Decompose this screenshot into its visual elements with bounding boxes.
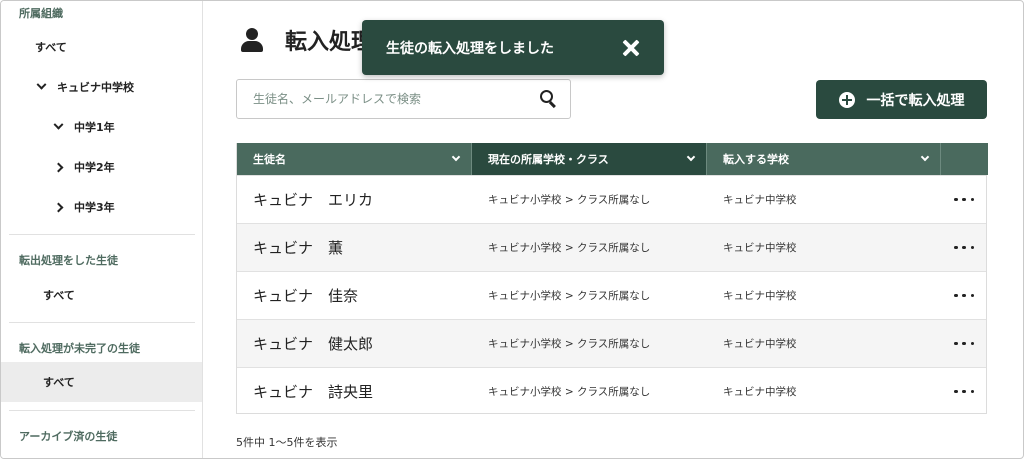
more-options-icon[interactable] <box>954 382 974 402</box>
destination-school: キュビナ中学校 <box>723 290 797 302</box>
more-options-icon[interactable] <box>954 286 974 306</box>
sidebar-item-label: キュビナ中学校 <box>57 81 134 94</box>
sidebar-item-junior-high[interactable]: キュビナ中学校 <box>1 67 202 107</box>
search-box <box>236 79 571 119</box>
chevron-down-icon <box>451 152 461 162</box>
sidebar-section-transferred-out: 転出処理をした生徒 <box>19 254 118 267</box>
student-name: キュビナ エリカ <box>253 191 374 209</box>
column-header-current-school[interactable]: 現在の所属学校・クラス <box>472 143 707 175</box>
sidebar-item-label: すべて <box>35 41 67 54</box>
current-school: キュビナ小学校 > クラス所属なし <box>488 242 651 254</box>
chevron-down-icon <box>920 152 930 162</box>
current-school: キュビナ小学校 > クラス所属なし <box>488 290 651 302</box>
close-icon[interactable] <box>622 39 640 57</box>
search-icon[interactable] <box>540 90 558 109</box>
page-title-text: 転入処理 <box>285 30 374 55</box>
sidebar-item-transferred-out-all[interactable]: すべて <box>1 275 202 315</box>
sidebar-item-label: すべて <box>43 376 75 389</box>
sidebar-item-label: すべて <box>43 289 75 302</box>
toast-message: 生徒の転入処理をしました <box>386 40 554 57</box>
current-school: キュビナ小学校 > クラス所属なし <box>488 386 651 398</box>
chevron-down-icon <box>686 152 696 162</box>
bulk-transfer-label: 一括で転入処理 <box>866 92 965 109</box>
column-header-label: 現在の所属学校・クラス <box>488 153 609 166</box>
sidebar-item-grade-1[interactable]: 中学1年 <box>1 107 202 147</box>
current-school: キュビナ小学校 > クラス所属なし <box>488 194 651 206</box>
table-row[interactable]: キュビナ 詩央里 キュビナ小学校 > クラス所属なし キュビナ中学校 <box>237 367 986 415</box>
table-row[interactable]: キュビナ 健太郎 キュビナ小学校 > クラス所属なし キュビナ中学校 <box>237 319 986 367</box>
column-header-destination-school[interactable]: 転入する学校 <box>707 143 941 175</box>
students-table: 生徒名 現在の所属学校・クラス 転入する学校 キュビナ エリカ キュビナ小学校 … <box>236 143 988 415</box>
current-school: キュビナ小学校 > クラス所属なし <box>488 338 651 350</box>
chevron-right-icon[interactable] <box>52 161 64 174</box>
sidebar-divider <box>9 322 195 323</box>
chevron-down-icon[interactable] <box>52 121 64 134</box>
column-header-label: 生徒名 <box>253 153 286 166</box>
sidebar-section-transfer-pending: 転入処理が未完了の生徒 <box>19 342 140 355</box>
sidebar-divider <box>9 234 195 235</box>
sidebar-item-grade-3[interactable]: 中学3年 <box>1 187 202 227</box>
page-title: 転入処理 <box>241 23 373 57</box>
pagination-summary: 5件中 1〜5件を表示 <box>236 436 338 449</box>
more-options-icon[interactable] <box>954 238 974 258</box>
sidebar: 所属組織 すべて キュビナ中学校 中学1年 中学2年 中学3年 転出処理をした生… <box>1 1 203 458</box>
sidebar-section-org: 所属組織 <box>19 7 63 20</box>
student-name: キュビナ 詩央里 <box>253 383 374 401</box>
sidebar-item-label: 中学3年 <box>74 201 115 214</box>
sidebar-item-all-org[interactable]: すべて <box>1 27 202 67</box>
student-name: キュビナ 健太郎 <box>253 335 374 353</box>
sidebar-item-grade-2[interactable]: 中学2年 <box>1 147 202 187</box>
student-name: キュビナ 佳奈 <box>253 287 359 305</box>
more-options-icon[interactable] <box>954 334 974 354</box>
sidebar-item-transfer-pending-all[interactable]: すべて <box>1 362 202 402</box>
more-options-icon[interactable] <box>954 190 974 210</box>
bulk-transfer-button[interactable]: 一括で転入処理 <box>816 80 987 119</box>
destination-school: キュビナ中学校 <box>723 386 797 398</box>
student-name: キュビナ 薫 <box>253 239 344 257</box>
column-header-student-name[interactable]: 生徒名 <box>237 143 472 175</box>
success-toast: 生徒の転入処理をしました <box>362 20 664 75</box>
app-window: 所属組織 すべて キュビナ中学校 中学1年 中学2年 中学3年 転出処理をした生… <box>0 0 1024 459</box>
chevron-down-icon[interactable] <box>35 81 47 94</box>
search-input[interactable] <box>253 92 540 106</box>
table-row[interactable]: キュビナ 薫 キュビナ小学校 > クラス所属なし キュビナ中学校 <box>237 223 986 271</box>
user-icon <box>241 28 263 52</box>
sidebar-item-label: 中学1年 <box>74 121 115 134</box>
table-row[interactable]: キュビナ 佳奈 キュビナ小学校 > クラス所属なし キュビナ中学校 <box>237 271 986 319</box>
plus-circle-icon <box>838 91 855 108</box>
destination-school: キュビナ中学校 <box>723 338 797 350</box>
table-row[interactable]: キュビナ エリカ キュビナ小学校 > クラス所属なし キュビナ中学校 <box>237 175 986 223</box>
sidebar-divider <box>9 410 195 411</box>
column-header-actions <box>941 143 988 175</box>
destination-school: キュビナ中学校 <box>723 194 797 206</box>
chevron-right-icon[interactable] <box>52 201 64 214</box>
table-header: 生徒名 現在の所属学校・クラス 転入する学校 <box>237 143 988 175</box>
destination-school: キュビナ中学校 <box>723 242 797 254</box>
column-header-label: 転入する学校 <box>723 153 789 166</box>
sidebar-section-archived[interactable]: アーカイブ済の生徒 <box>19 428 117 444</box>
sidebar-item-label: 中学2年 <box>74 161 115 174</box>
